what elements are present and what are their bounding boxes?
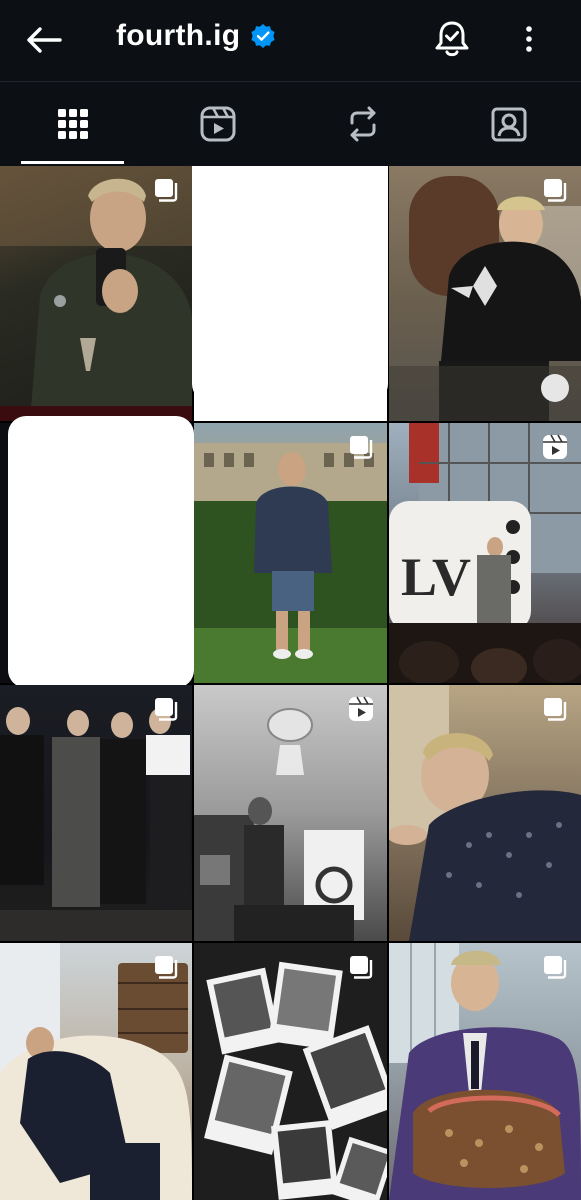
- reels-icon: [200, 106, 235, 142]
- post-sofa-luggage[interactable]: [0, 943, 192, 1200]
- profile-tabs: [0, 82, 581, 166]
- white-overlay-card-2: [8, 416, 194, 688]
- tab-posts[interactable]: [0, 82, 145, 166]
- post-black-jacket-street[interactable]: [389, 166, 581, 421]
- post-lv-dice[interactable]: LV: [389, 423, 581, 683]
- reel-icon: [349, 696, 373, 721]
- post-group-suits[interactable]: [0, 685, 192, 941]
- tab-reposts[interactable]: [290, 82, 435, 166]
- more-vertical-icon[interactable]: [512, 18, 546, 62]
- carousel-icon: [544, 956, 567, 979]
- tab-reels[interactable]: [145, 82, 290, 166]
- username-title: fourth.ig: [116, 19, 241, 52]
- post-mirror-selfie[interactable]: [0, 166, 192, 421]
- carousel-icon: [544, 179, 567, 202]
- carousel-icon: [155, 698, 178, 721]
- post-tweed-jacket[interactable]: [389, 685, 581, 941]
- white-overlay-card: [192, 166, 388, 402]
- verified-badge-icon: [250, 23, 276, 49]
- tagged-user-icon: [491, 107, 526, 142]
- post-bw-gym[interactable]: [194, 685, 387, 941]
- back-arrow-icon[interactable]: [22, 18, 66, 62]
- posts-grid: LV: [0, 166, 581, 1200]
- carousel-icon: [350, 956, 373, 979]
- reel-icon: [543, 434, 567, 459]
- post-purple-sweater-bag[interactable]: [389, 943, 581, 1200]
- grid-icon: [57, 109, 88, 139]
- svg-text:LV: LV: [401, 547, 471, 607]
- active-tab-indicator: [21, 161, 124, 164]
- post-garden-denim[interactable]: [194, 423, 387, 683]
- carousel-icon: [155, 956, 178, 979]
- post-bw-polaroid-collage[interactable]: [194, 943, 387, 1200]
- bell-check-icon[interactable]: [430, 17, 474, 61]
- username-title-wrap: fourth.ig: [116, 19, 276, 53]
- profile-header: fourth.ig: [0, 0, 581, 82]
- carousel-icon: [155, 179, 178, 202]
- tab-tagged[interactable]: [436, 82, 581, 166]
- carousel-icon: [350, 436, 373, 459]
- repost-icon: [350, 106, 375, 142]
- carousel-icon: [544, 698, 567, 721]
